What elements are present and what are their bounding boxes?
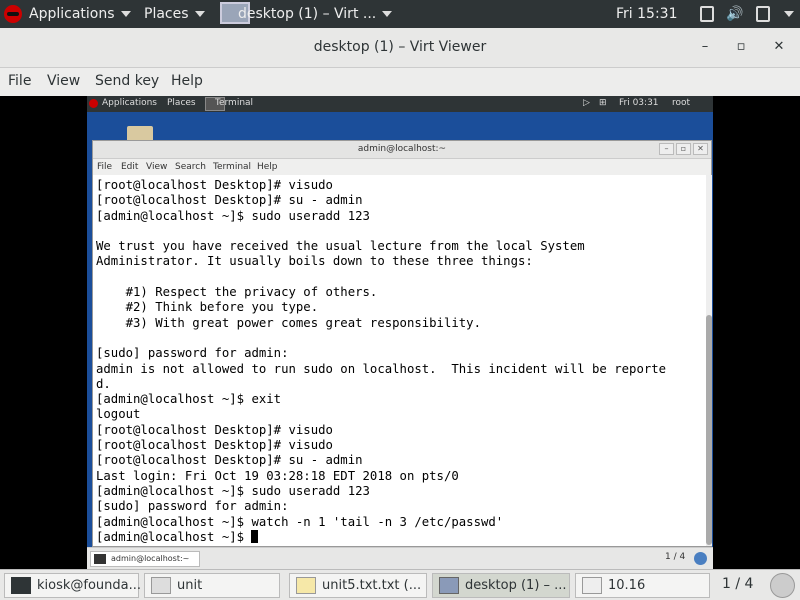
workspace-switcher-icon[interactable] bbox=[694, 552, 707, 565]
system-menu[interactable] bbox=[778, 0, 794, 28]
guest-taskbar: admin@localhost:~ 1 / 4 bbox=[87, 547, 713, 569]
viewer-titlebar: desktop (1) – Virt Viewer – ▫ ✕ bbox=[0, 28, 800, 68]
active-window-menu[interactable]: desktop (1) – Virt ... bbox=[238, 0, 393, 28]
minimize-button[interactable]: – bbox=[696, 38, 714, 56]
menu-help[interactable]: Help bbox=[171, 73, 203, 89]
folder-icon bbox=[151, 577, 171, 594]
terminal-line: [sudo] password for admin: bbox=[96, 346, 289, 361]
guest-display[interactable]: Applications Places Terminal ▷ ⊞ Fri 03:… bbox=[87, 96, 713, 569]
host-top-bar: Applications Places desktop (1) – Virt .… bbox=[0, 0, 800, 28]
taskbar-item-unit[interactable]: unit bbox=[144, 573, 280, 598]
terminal-icon bbox=[11, 577, 31, 594]
terminal-line: [root@localhost Desktop]# su - admin bbox=[96, 193, 363, 208]
close-button[interactable]: ✕ bbox=[693, 143, 708, 155]
network-icon[interactable]: ⊞ bbox=[599, 98, 607, 108]
terminal-line: We trust you have received the usual lec… bbox=[96, 239, 585, 254]
volume-icon[interactable]: 🔊 bbox=[726, 0, 743, 28]
redhat-logo-icon bbox=[4, 5, 22, 23]
applications-menu[interactable]: Applications bbox=[29, 0, 131, 28]
terminal-line: logout bbox=[96, 407, 141, 422]
taskbar-item-desktop[interactable]: desktop (1) – ... bbox=[432, 573, 570, 598]
terminal-cursor bbox=[251, 529, 259, 543]
guest-places-menu[interactable]: Places bbox=[167, 98, 196, 108]
terminal-window[interactable]: admin@localhost:~ – ▫ ✕ File Edit View S… bbox=[92, 140, 712, 547]
taskbar-item-unit5[interactable]: unit5.txt.txt (... bbox=[289, 573, 427, 598]
menu-send-key[interactable]: Send key bbox=[95, 73, 159, 89]
chevron-down-icon bbox=[784, 11, 794, 17]
close-button[interactable]: ✕ bbox=[770, 38, 788, 56]
terminal-line: admin is not allowed to run sudo on loca… bbox=[96, 361, 667, 376]
terminal-titlebar: admin@localhost:~ – ▫ ✕ bbox=[93, 141, 711, 159]
maximize-button[interactable]: ▫ bbox=[732, 38, 750, 56]
menu-view[interactable]: View bbox=[47, 73, 80, 89]
terminal-line: Last login: Fri Oct 19 03:28:18 EDT 2018… bbox=[96, 468, 459, 483]
terminal-line: [sudo] password for admin: bbox=[96, 499, 289, 514]
volume-icon[interactable]: ▷ bbox=[583, 98, 590, 108]
terminal-prompt: [admin@localhost ~]$ bbox=[96, 529, 252, 544]
chevron-down-icon bbox=[382, 11, 393, 17]
menu-help[interactable]: Help bbox=[257, 162, 278, 172]
terminal-prompt-line: [admin@localhost ~]$ bbox=[96, 529, 666, 545]
menu-search[interactable]: Search bbox=[175, 162, 206, 172]
places-menu[interactable]: Places bbox=[144, 0, 205, 28]
terminal-line: #1) Respect the privacy of others. bbox=[96, 285, 378, 300]
battery-icon[interactable] bbox=[756, 6, 770, 22]
clock[interactable]: Fri 15:31 bbox=[616, 0, 677, 28]
text-editor-icon bbox=[296, 577, 316, 594]
viewer-menubar: File View Send key Help bbox=[0, 68, 800, 96]
guest-applications-menu[interactable]: Applications bbox=[102, 98, 157, 108]
terminal-line: [root@localhost Desktop]# visudo bbox=[96, 422, 333, 437]
taskbar-item-kiosk[interactable]: kiosk@founda... bbox=[4, 573, 141, 598]
terminal-line: #3) With great power comes great respons… bbox=[96, 315, 481, 330]
minimize-button[interactable]: – bbox=[659, 143, 674, 155]
chevron-down-icon bbox=[120, 11, 131, 17]
window-icon bbox=[582, 577, 602, 594]
terminal-line: [root@localhost Desktop]# su - admin bbox=[96, 453, 363, 468]
menu-file[interactable]: File bbox=[97, 162, 112, 172]
guest-terminal-menu[interactable]: Terminal bbox=[215, 98, 253, 108]
guest-clock[interactable]: Fri 03:31 bbox=[619, 98, 659, 108]
terminal-line: [admin@localhost ~]$ sudo useradd 123 bbox=[96, 483, 370, 498]
terminal-line: [root@localhost Desktop]# visudo bbox=[96, 438, 333, 453]
menu-file[interactable]: File bbox=[8, 73, 31, 89]
terminal-lines: [root@localhost Desktop]# visudo [root@lo… bbox=[96, 178, 666, 545]
terminal-icon bbox=[94, 554, 106, 564]
guest-top-bar: Applications Places Terminal ▷ ⊞ Fri 03:… bbox=[87, 96, 713, 112]
host-taskbar: kiosk@founda... unit unit5.txt.txt (... … bbox=[0, 569, 800, 600]
terminal-line: Administrator. It usually boils down to … bbox=[96, 254, 533, 269]
terminal-title: admin@localhost:~ bbox=[357, 144, 447, 154]
terminal-menubar: File Edit View Search Terminal Help bbox=[93, 159, 711, 175]
menu-view[interactable]: View bbox=[146, 162, 167, 172]
maximize-button[interactable]: ▫ bbox=[676, 143, 691, 155]
guest-workspace-pager[interactable]: 1 / 4 bbox=[665, 552, 685, 562]
monitor-icon bbox=[439, 577, 459, 594]
terminal-line: #2) Think before you type. bbox=[96, 300, 319, 315]
terminal-line: [root@localhost Desktop]# visudo bbox=[96, 178, 333, 192]
window-title: desktop (1) – Virt Viewer bbox=[313, 39, 487, 55]
terminal-line: [admin@localhost ~]$ watch -n 1 'tail -n… bbox=[96, 514, 504, 529]
menu-terminal[interactable]: Terminal bbox=[213, 162, 251, 172]
terminal-line: [admin@localhost ~]$ sudo useradd 123 bbox=[96, 208, 370, 223]
taskbar-item-1016[interactable]: 10.16 bbox=[575, 573, 710, 598]
menu-edit[interactable]: Edit bbox=[121, 162, 138, 172]
workspace-switcher-icon[interactable] bbox=[770, 573, 795, 598]
workspace-pager[interactable]: 1 / 4 bbox=[722, 576, 753, 592]
terminal-output[interactable]: [root@localhost Desktop]# visudo [root@lo… bbox=[93, 175, 703, 546]
terminal-line: d. bbox=[96, 376, 111, 391]
redhat-logo-icon bbox=[89, 99, 98, 108]
guest-user-menu[interactable]: root bbox=[672, 98, 690, 108]
window-list-icon[interactable] bbox=[700, 6, 714, 22]
scrollbar-thumb[interactable] bbox=[706, 315, 712, 545]
guest-task-terminal[interactable]: admin@localhost:~ bbox=[90, 551, 200, 567]
scrollbar[interactable] bbox=[706, 175, 712, 546]
chevron-down-icon bbox=[194, 11, 205, 17]
terminal-line: [admin@localhost ~]$ exit bbox=[96, 392, 282, 407]
